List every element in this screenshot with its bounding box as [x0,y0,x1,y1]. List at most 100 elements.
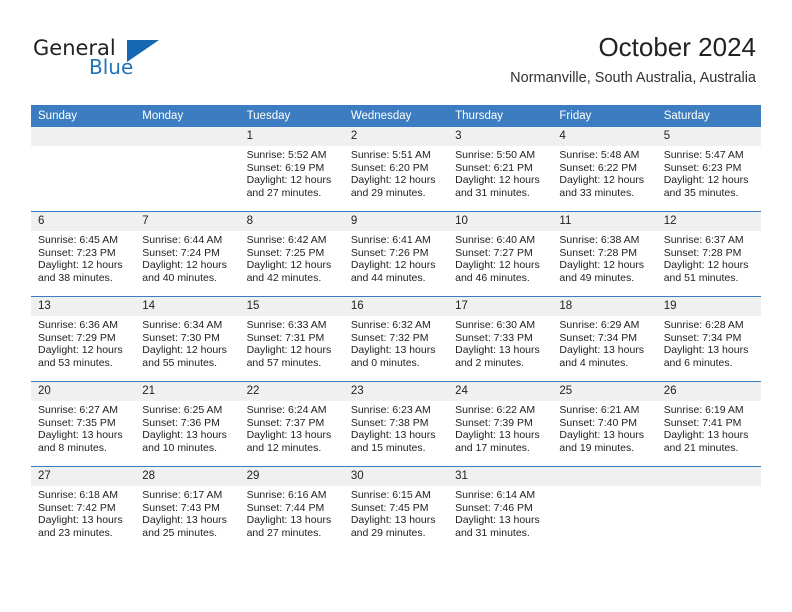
daylight-text-line1: Daylight: 13 hours [663,344,749,357]
calendar-day-cell[interactable]: 29 Sunrise: 6:16 AM Sunset: 7:44 PM Dayligh… [239,466,344,551]
day-details: Sunrise: 5:52 AM Sunset: 6:19 PM Daylight:… [240,146,344,199]
calendar-day-cell[interactable]: 23 Sunrise: 6:23 AM Sunset: 7:38 PM Dayligh… [343,381,449,467]
sunrise-text: Sunrise: 6:38 AM [559,234,640,246]
day-number: 5 [656,127,761,146]
daylight-text-line1: Daylight: 12 hours [663,259,749,272]
daylight-text-line1: Daylight: 12 hours [246,344,332,357]
daylight-text-line1: Daylight: 13 hours [455,429,540,442]
daylight-text-line1: Daylight: 12 hours [350,174,436,187]
daylight-text-line1: Daylight: 12 hours [663,174,749,187]
brand-logo[interactable]: General Blue [33,36,233,86]
calendar-day-cell[interactable]: 13 Sunrise: 6:36 AM Sunset: 7:29 PM Dayligh… [31,296,136,382]
day-details: Sunrise: 5:48 AM Sunset: 6:22 PM Daylight:… [552,146,656,199]
day-number: 14 [135,297,240,316]
daylight-text-line2: and 33 minutes. [559,186,635,199]
daylight-text-line1: Daylight: 12 hours [142,259,227,272]
calendar-day-cell[interactable]: 25 Sunrise: 6:21 AM Sunset: 7:40 PM Dayligh… [552,381,657,467]
sunrise-text: Sunrise: 6:34 AM [142,319,223,331]
calendar-day-cell[interactable]: 17 Sunrise: 6:30 AM Sunset: 7:33 PM Dayligh… [448,296,553,382]
daylight-text-line1: Daylight: 13 hours [246,429,332,442]
sunset-text: Sunset: 7:34 PM [663,331,742,344]
calendar-day-cell[interactable]: 10 Sunrise: 6:40 AM Sunset: 7:27 PM Dayligh… [448,211,553,297]
day-details: Sunrise: 6:27 AM Sunset: 7:35 PM Daylight:… [31,401,135,454]
calendar-table: Sunday Monday Tuesday Wednesday Thursday… [31,105,761,551]
sunset-text: Sunset: 7:40 PM [559,416,638,429]
calendar-day-cell[interactable]: 31 Sunrise: 6:14 AM Sunset: 7:46 PM Dayligh… [448,466,553,551]
sunset-text: Sunset: 6:20 PM [350,161,429,174]
sunrise-text: Sunrise: 6:45 AM [38,234,118,246]
calendar-day-cell[interactable]: 28 Sunrise: 6:17 AM Sunset: 7:43 PM Dayligh… [135,466,240,551]
calendar-day-cell[interactable]: 27 Sunrise: 6:18 AM Sunset: 7:42 PM Dayligh… [31,466,136,551]
sunset-text: Sunset: 6:19 PM [246,161,325,174]
day-number: 27 [31,467,136,486]
daylight-text-line2: and 21 minutes. [663,441,739,454]
calendar-week-row: 1 Sunrise: 5:52 AM Sunset: 6:19 PM Daylight… [31,127,761,212]
sunrise-text: Sunrise: 6:24 AM [246,404,327,416]
day-number: 8 [239,212,344,231]
daylight-text-line1: Daylight: 13 hours [38,514,123,527]
daylight-text-line1: Daylight: 12 hours [559,259,645,272]
calendar-day-cell[interactable]: 19 Sunrise: 6:28 AM Sunset: 7:34 PM Dayligh… [656,296,761,382]
day-details: Sunrise: 6:34 AM Sunset: 7:30 PM Daylight:… [135,316,239,369]
calendar-day-cell[interactable]: 22 Sunrise: 6:24 AM Sunset: 7:37 PM Dayligh… [239,381,344,467]
daylight-text-line2: and 17 minutes. [455,441,530,454]
daylight-text-line1: Daylight: 13 hours [559,344,645,357]
daylight-text-line1: Daylight: 12 hours [559,174,645,187]
day-number [656,467,761,486]
daylight-text-line1: Daylight: 13 hours [142,429,227,442]
daylight-text-line2: and 53 minutes. [38,356,113,369]
calendar-day-cell[interactable]: 18 Sunrise: 6:29 AM Sunset: 7:34 PM Dayligh… [552,296,657,382]
calendar-day-cell[interactable]: 8 Sunrise: 6:42 AM Sunset: 7:25 PM Daylight… [239,211,344,297]
calendar-day-cell[interactable]: 20 Sunrise: 6:27 AM Sunset: 7:35 PM Dayligh… [31,381,136,467]
daylight-text-line1: Daylight: 12 hours [350,259,436,272]
sunset-text: Sunset: 7:39 PM [455,416,533,429]
sunset-text: Sunset: 7:31 PM [246,331,325,344]
day-details: Sunrise: 5:47 AM Sunset: 6:23 PM Daylight:… [657,146,761,199]
page-subtitle: Normanville, South Australia, Australia [510,70,756,86]
calendar-day-cell[interactable]: 4 Sunrise: 5:48 AM Sunset: 6:22 PM Daylight… [552,127,657,212]
calendar-day-cell[interactable]: 24 Sunrise: 6:22 AM Sunset: 7:39 PM Dayligh… [448,381,553,467]
day-number: 28 [135,467,240,486]
day-number: 22 [239,382,344,401]
calendar-day-cell[interactable]: 1 Sunrise: 5:52 AM Sunset: 6:19 PM Daylight… [239,127,344,212]
sunset-text: Sunset: 7:28 PM [559,246,638,259]
sunset-text: Sunset: 7:29 PM [38,331,116,344]
day-number: 4 [552,127,657,146]
daylight-text-line2: and 27 minutes. [246,526,322,539]
daylight-text-line2: and 40 minutes. [142,271,217,284]
calendar-day-cell[interactable]: 11 Sunrise: 6:38 AM Sunset: 7:28 PM Dayligh… [552,211,657,297]
sunset-text: Sunset: 7:35 PM [38,416,116,429]
calendar-day-cell[interactable]: 12 Sunrise: 6:37 AM Sunset: 7:28 PM Dayligh… [656,211,761,297]
calendar-day-cell[interactable]: 2 Sunrise: 5:51 AM Sunset: 6:20 PM Daylight… [343,127,449,212]
calendar-day-cell[interactable]: 15 Sunrise: 6:33 AM Sunset: 7:31 PM Dayligh… [239,296,344,382]
day-number: 18 [552,297,657,316]
sunrise-text: Sunrise: 6:29 AM [559,319,640,331]
calendar-day-cell[interactable]: 16 Sunrise: 6:32 AM Sunset: 7:32 PM Dayligh… [343,296,449,382]
calendar-day-cell[interactable]: 3 Sunrise: 5:50 AM Sunset: 6:21 PM Daylight… [448,127,553,212]
calendar-day-cell[interactable]: 30 Sunrise: 6:15 AM Sunset: 7:45 PM Dayligh… [343,466,449,551]
day-details: Sunrise: 6:24 AM Sunset: 7:37 PM Daylight:… [240,401,344,454]
calendar-day-cell[interactable]: 14 Sunrise: 6:34 AM Sunset: 7:30 PM Dayligh… [135,296,240,382]
daylight-text-line2: and 35 minutes. [663,186,739,199]
daylight-text-line2: and 10 minutes. [142,441,217,454]
daylight-text-line1: Daylight: 13 hours [350,429,436,442]
calendar-day-cell[interactable]: 5 Sunrise: 5:47 AM Sunset: 6:23 PM Daylight… [656,127,761,212]
sunset-text: Sunset: 7:41 PM [663,416,742,429]
daylight-text-line2: and 19 minutes. [559,441,635,454]
sunset-text: Sunset: 7:25 PM [246,246,325,259]
weekday-header-saturday: Saturday [656,105,761,127]
daylight-text-line2: and 0 minutes. [350,356,420,369]
daylight-text-line1: Daylight: 12 hours [142,344,227,357]
calendar-day-cell[interactable]: 26 Sunrise: 6:19 AM Sunset: 7:41 PM Dayligh… [656,381,761,467]
daylight-text-line2: and 42 minutes. [246,271,322,284]
daylight-text-line2: and 2 minutes. [455,356,525,369]
calendar-day-cell[interactable]: 7 Sunrise: 6:44 AM Sunset: 7:24 PM Daylight… [135,211,240,297]
daylight-text-line1: Daylight: 13 hours [455,514,540,527]
calendar-day-cell[interactable]: 21 Sunrise: 6:25 AM Sunset: 7:36 PM Dayligh… [135,381,240,467]
day-details: Sunrise: 6:19 AM Sunset: 7:41 PM Daylight:… [657,401,761,454]
calendar-day-cell[interactable]: 9 Sunrise: 6:41 AM Sunset: 7:26 PM Daylight… [343,211,449,297]
sunrise-text: Sunrise: 6:32 AM [350,319,431,331]
day-number: 21 [135,382,240,401]
day-details: Sunrise: 6:29 AM Sunset: 7:34 PM Daylight:… [552,316,656,369]
calendar-day-cell[interactable]: 6 Sunrise: 6:45 AM Sunset: 7:23 PM Daylight… [31,211,136,297]
